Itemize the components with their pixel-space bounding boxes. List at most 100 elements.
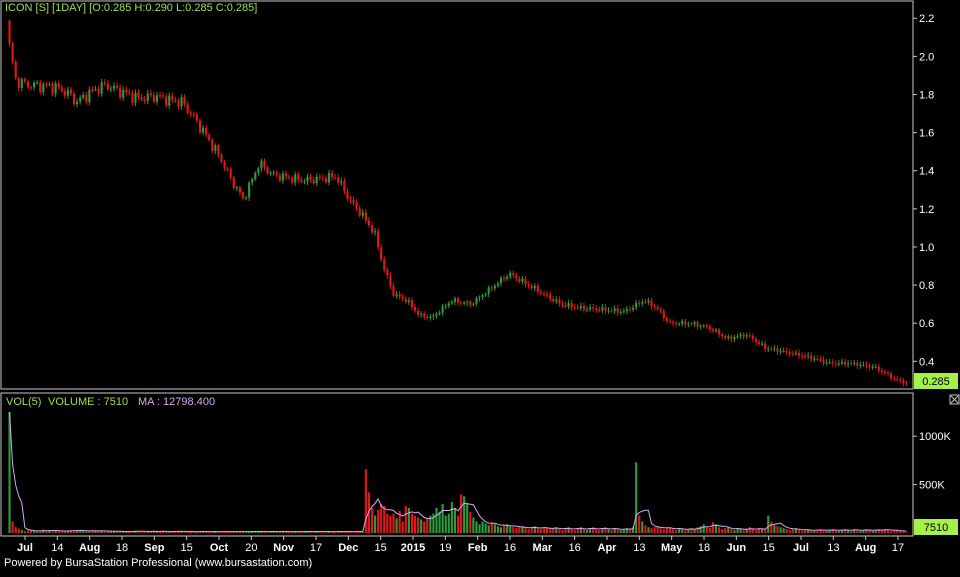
candle-body bbox=[420, 313, 423, 315]
candle-body bbox=[251, 179, 254, 183]
volume-bar bbox=[321, 532, 324, 533]
x-tick-label: 13 bbox=[633, 542, 645, 554]
volume-bar bbox=[88, 531, 91, 533]
candle-body bbox=[143, 99, 146, 101]
volume-bar bbox=[33, 531, 36, 533]
candle-body bbox=[392, 286, 395, 296]
volume-tick-label: 500K bbox=[919, 480, 945, 492]
candle-body bbox=[619, 312, 622, 314]
candle-body bbox=[275, 172, 278, 176]
candle-body bbox=[444, 305, 447, 307]
candle-body bbox=[496, 283, 500, 286]
candle-body bbox=[223, 161, 226, 169]
candle-body bbox=[324, 178, 327, 183]
volume-bar bbox=[487, 525, 490, 533]
volume-bar bbox=[570, 529, 573, 533]
candle-body bbox=[622, 311, 625, 313]
candle-body bbox=[847, 363, 850, 365]
volume-bar bbox=[112, 531, 116, 533]
candle-body bbox=[515, 275, 518, 279]
volume-bar bbox=[284, 532, 288, 533]
candle-body bbox=[45, 84, 48, 86]
volume-bar bbox=[423, 521, 426, 533]
volume-bar bbox=[638, 515, 641, 533]
candle-body bbox=[410, 300, 413, 307]
volume-bar bbox=[767, 515, 770, 533]
x-tick-label: 15 bbox=[763, 542, 775, 554]
price-tick-label: 0.4 bbox=[919, 356, 934, 368]
candle-body bbox=[825, 362, 828, 364]
volume-bar bbox=[598, 530, 601, 533]
candle-body bbox=[804, 356, 807, 358]
candle-body bbox=[162, 95, 165, 97]
candle-body bbox=[97, 88, 100, 94]
candle-body bbox=[564, 305, 567, 307]
candle-body bbox=[91, 89, 94, 91]
candle-body bbox=[312, 179, 315, 184]
volume-bar bbox=[438, 511, 441, 533]
candle-body bbox=[484, 294, 487, 296]
candle-body bbox=[699, 326, 702, 328]
candle-body bbox=[730, 336, 733, 339]
volume-bar bbox=[380, 503, 383, 533]
volume-bar bbox=[17, 528, 20, 533]
candle-body bbox=[20, 79, 23, 89]
volume-bar bbox=[475, 521, 478, 533]
candle-body bbox=[641, 301, 644, 304]
volume-bar bbox=[463, 496, 466, 533]
candle-body bbox=[76, 101, 79, 105]
candle-body bbox=[8, 20, 11, 44]
x-tick-label: Aug bbox=[855, 542, 876, 554]
candle-body bbox=[343, 181, 346, 192]
candle-body bbox=[17, 78, 20, 89]
candle-body bbox=[330, 173, 334, 178]
candle-body bbox=[807, 355, 810, 357]
volume-bar bbox=[370, 507, 374, 533]
candle-body bbox=[702, 325, 705, 327]
volume-bar bbox=[779, 527, 782, 533]
volume-bar bbox=[186, 532, 189, 533]
volume-bar bbox=[426, 518, 429, 533]
candle-body bbox=[131, 93, 134, 103]
close-panel-icon[interactable] bbox=[949, 394, 960, 405]
candle-body bbox=[389, 275, 392, 287]
candle-body bbox=[478, 297, 481, 299]
volume-bar bbox=[702, 524, 705, 533]
candle-body bbox=[761, 343, 764, 345]
volume-bar bbox=[905, 532, 908, 533]
volume-bar bbox=[36, 531, 39, 533]
volume-bar bbox=[748, 527, 751, 533]
candle-body bbox=[125, 89, 128, 93]
candle-body bbox=[604, 307, 607, 311]
candle-body bbox=[192, 114, 195, 116]
volume-bar bbox=[782, 528, 785, 533]
volume-bar bbox=[512, 527, 515, 533]
candle-body bbox=[874, 366, 877, 368]
volume-bar bbox=[791, 529, 794, 533]
candle-body bbox=[266, 167, 269, 174]
candle-body bbox=[60, 87, 63, 92]
candle-body bbox=[23, 79, 26, 82]
candle-body bbox=[880, 370, 883, 372]
volume-bar bbox=[441, 503, 444, 533]
candle-body bbox=[36, 82, 39, 84]
x-tick-label: 19 bbox=[439, 542, 451, 554]
candle-body bbox=[103, 82, 106, 84]
candle-body bbox=[177, 101, 180, 107]
candle-body bbox=[850, 363, 853, 365]
volume-series bbox=[8, 411, 908, 533]
candle-body bbox=[625, 309, 629, 312]
x-tick-label: 13 bbox=[827, 542, 839, 554]
volume-bar bbox=[659, 528, 662, 533]
candle-body bbox=[401, 296, 404, 299]
candle-body bbox=[263, 160, 266, 168]
price-series bbox=[8, 19, 908, 387]
candle-body bbox=[109, 88, 112, 90]
volume-bar bbox=[524, 528, 527, 533]
candle-body bbox=[309, 176, 312, 180]
x-tick-label: May bbox=[661, 542, 683, 554]
candle-body bbox=[840, 361, 844, 364]
candle-body bbox=[238, 187, 241, 193]
candle-body bbox=[453, 298, 457, 302]
candle-body bbox=[757, 342, 761, 344]
